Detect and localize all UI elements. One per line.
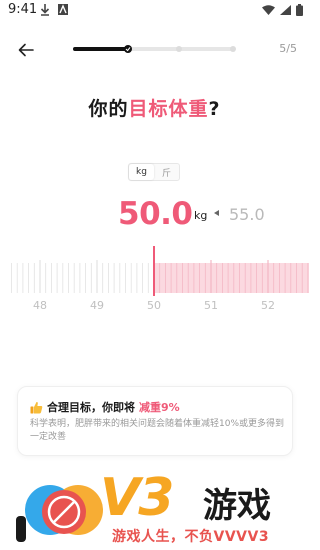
onboarding-progress [73,45,236,53]
status-left-icons [40,4,68,16]
unit-toggle: kg 斤 [128,163,180,181]
ruler-label: 51 [204,299,218,312]
arrow-left-small-icon [214,210,219,216]
thumbs-up-icon [30,401,43,413]
watermark: V3 游戏 游戏人生，不负VVVV3 [0,460,309,550]
app-notification-icon [58,4,68,15]
target-weight-unit: kg [194,209,208,222]
arrow-left-icon [18,43,34,57]
tip-card-body: 科学表明，肥胖带来的相关问题会随着体重减轻10%或更多得到一定改善 [30,419,285,442]
status-right-icons [262,4,303,16]
status-time: 9:41 [8,2,38,17]
ruler-target-range [154,263,309,293]
watermark-tagline: 游戏人生，不负VVVV3 [112,529,270,545]
target-weight-value: 50.0 [118,196,193,232]
check-icon [125,47,131,52]
ruler-label: 48 [33,299,47,312]
unit-option-jin[interactable]: 斤 [154,164,179,180]
tip-head-prefix: 合理目标，你即将 [47,401,135,414]
title-suffix: ? [208,98,221,120]
signal-icon [280,5,291,15]
unit-option-kg[interactable]: kg [129,164,154,180]
watermark-brand: V3 [100,468,174,528]
current-weight-value: 55.0 [229,205,265,224]
progress-current-step-dot [124,45,132,53]
page-title: 你的目标体重? [0,94,309,121]
status-bar: 9:41 [0,0,309,22]
download-icon [40,4,50,16]
title-highlight: 目标体重 [128,98,209,120]
step-count: 5/5 [279,42,297,55]
ruler-label: 50 [147,299,161,312]
wifi-icon [262,5,275,15]
tip-card: 合理目标，你即将 减重9% 科学表明，肥胖带来的相关问题会随着体重减轻10%或更多… [17,386,293,456]
ruler-label: 49 [90,299,104,312]
progress-step-dot [230,46,236,52]
progress-fill [73,47,129,51]
tip-card-header: 合理目标，你即将 减重9% [30,399,180,415]
title-prefix: 你的 [88,98,129,120]
battery-icon [296,4,303,16]
ruler-ticks [11,246,309,296]
ruler-label: 52 [261,299,275,312]
weight-ruler-slider[interactable]: 48 49 50 51 52 [0,246,309,321]
watermark-brand-cn: 游戏 [203,486,271,526]
tip-head-highlight: 减重9% [139,401,180,414]
back-button[interactable] [14,38,38,62]
progress-step-dot [176,46,182,52]
